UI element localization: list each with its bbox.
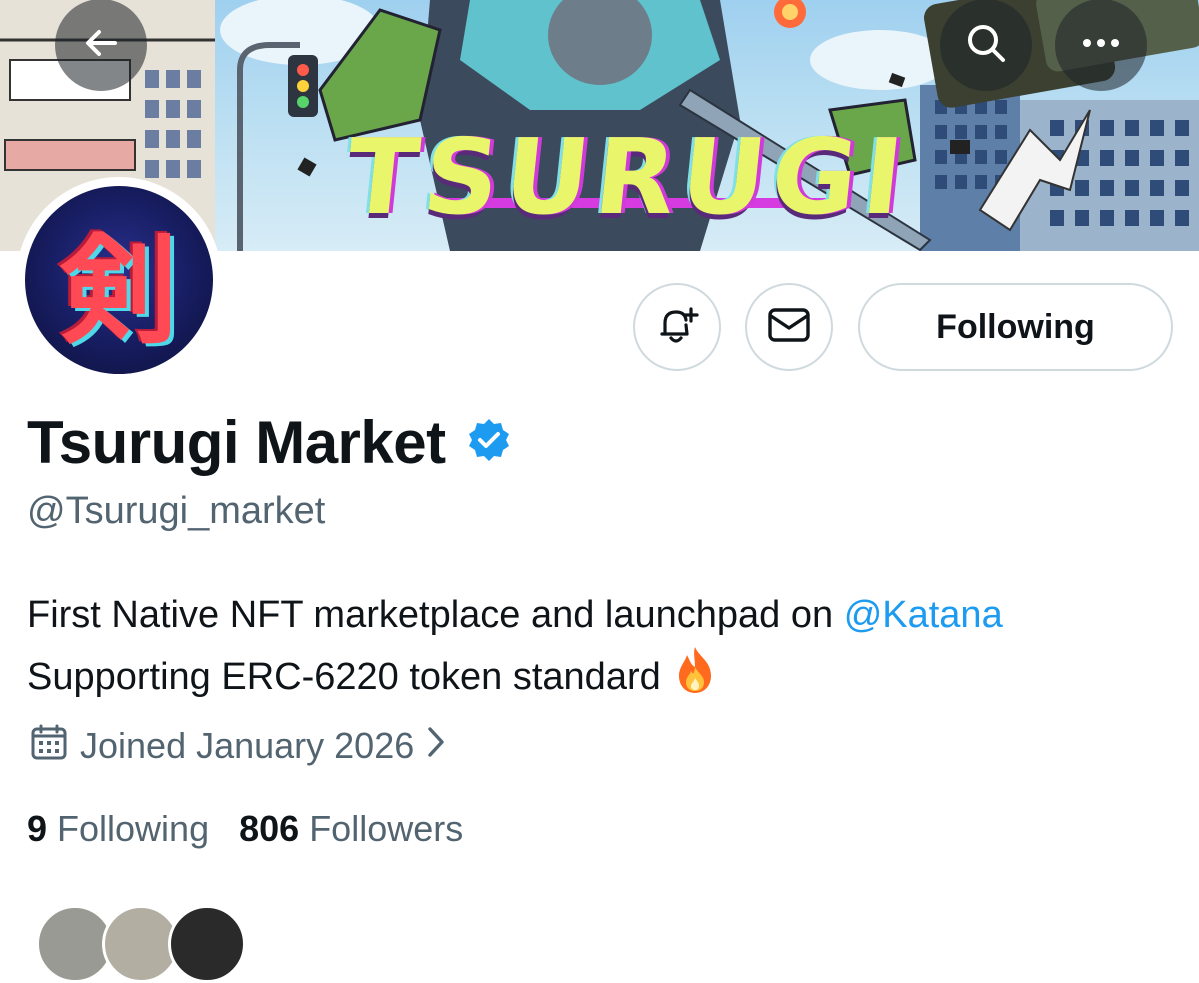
banner-title-art: TSURUGI <box>340 116 915 238</box>
followers-label: Followers <box>309 808 464 849</box>
bio: First Native NFT marketplace and launchp… <box>27 585 1197 713</box>
envelope-icon <box>766 306 812 349</box>
mutual-follower-avatar <box>168 905 246 983</box>
followers-count: 806 <box>239 808 300 849</box>
follow-stats: 9 Following 806 Followers <box>27 805 463 853</box>
followers-you-know-avatars[interactable] <box>36 905 256 983</box>
verified-badge-icon[interactable] <box>466 417 512 468</box>
joined-date-row[interactable]: Joined January 2026 <box>30 722 446 770</box>
bio-line-1: First Native NFT marketplace and launchp… <box>27 585 1197 645</box>
following-count: 9 <box>27 808 48 849</box>
bio-mention-link[interactable]: @Katana <box>844 594 1003 636</box>
fire-icon <box>673 645 717 713</box>
name-row: Tsurugi Market <box>27 406 512 478</box>
more-horizontal-icon <box>1081 36 1121 54</box>
notifications-button[interactable] <box>633 283 721 371</box>
chevron-right-icon <box>426 725 446 768</box>
search-icon <box>965 22 1007 69</box>
followers-stat-link[interactable]: 806 Followers <box>239 808 463 850</box>
bell-plus-icon <box>655 303 699 352</box>
arrow-left-icon <box>81 23 121 68</box>
bio-line-2: Supporting ERC-6220 token standard <box>27 645 1197 713</box>
display-name: Tsurugi Market <box>27 408 446 476</box>
back-button[interactable] <box>55 0 147 91</box>
bio-text: First Native NFT marketplace and launchp… <box>27 594 844 636</box>
message-button[interactable] <box>745 283 833 371</box>
following-stat-link[interactable]: 9 Following <box>27 808 209 850</box>
following-label: Following <box>57 808 210 849</box>
search-button[interactable] <box>940 0 1032 91</box>
avatar-logo-glyph: 剣 <box>59 221 178 360</box>
following-button[interactable]: Following <box>858 283 1173 371</box>
more-options-button[interactable] <box>1055 0 1147 91</box>
bio-text-2: Supporting ERC-6220 token standard <box>27 656 661 698</box>
avatar[interactable]: 剣 <box>25 186 213 374</box>
user-handle: @Tsurugi_market <box>27 490 326 532</box>
calendar-icon <box>30 723 68 770</box>
joined-date: Joined January 2026 <box>80 725 415 766</box>
